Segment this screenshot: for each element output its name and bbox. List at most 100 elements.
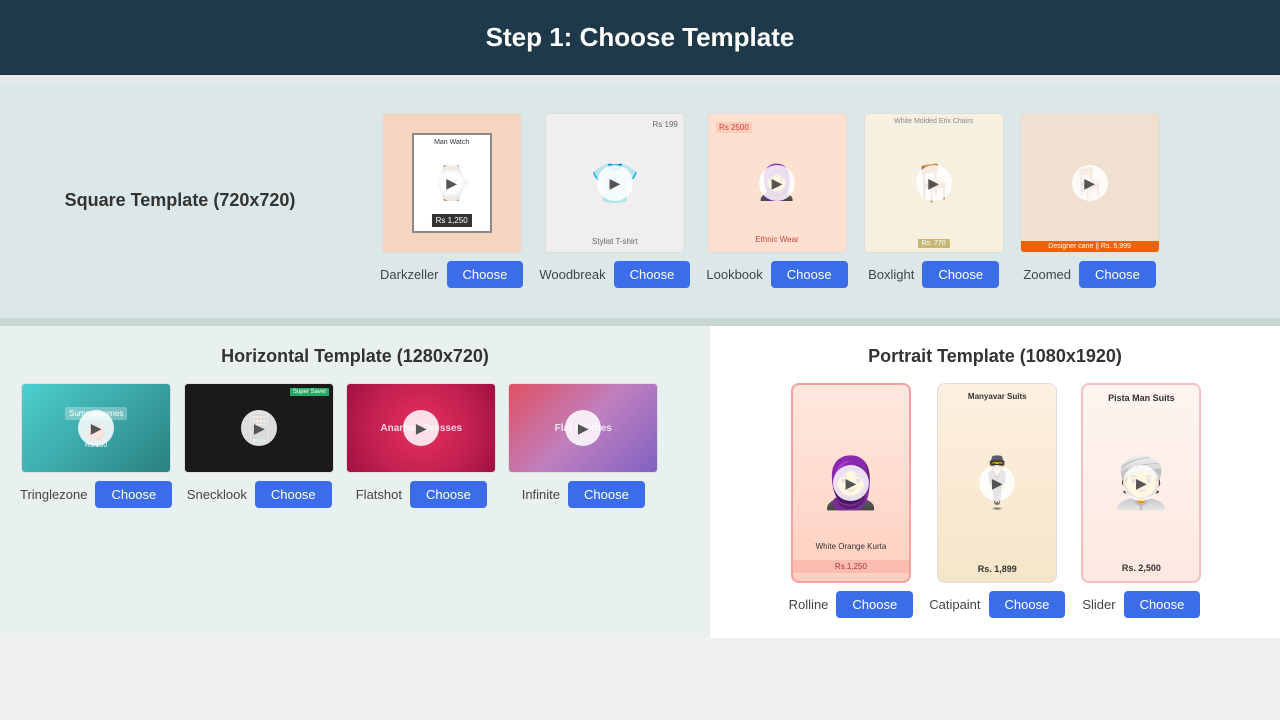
template-item-lookbook: Rs 2500 🧕 Ethnic Wear ▶ Lookbook Choose	[706, 113, 847, 288]
catipaint-name-row: Catipaint Choose	[929, 591, 1065, 618]
scroll-indicator	[0, 75, 1280, 83]
woodbreak-label-row: Woodbreak Choose	[539, 261, 690, 288]
page-title: Step 1: Choose Template	[486, 22, 795, 52]
zoomed-choose-btn[interactable]: Choose	[1079, 261, 1156, 288]
template-thumb-rolline[interactable]: 🧕 White Orange Kurta Rs.1,250 ▶	[791, 383, 911, 583]
lookbook-name: Lookbook	[706, 267, 762, 282]
catipaint-name: Catipaint	[929, 597, 980, 612]
portrait-item-slider: Pista Man Suits 👳 Rs. 2,500 ▶ Slider Cho…	[1081, 383, 1201, 618]
template-thumb-slider[interactable]: Pista Man Suits 👳 Rs. 2,500 ▶	[1081, 383, 1201, 583]
rolline-play-btn[interactable]: ▶	[833, 465, 869, 501]
slider-name: Slider	[1082, 597, 1115, 612]
tringlezone-play-btn[interactable]: ▶	[78, 410, 114, 446]
snecklook-choose-btn[interactable]: Choose	[255, 481, 332, 508]
snecklook-name: Snecklook	[187, 487, 247, 502]
catipaint-price: Rs. 1,899	[978, 564, 1017, 574]
flatshot-label-row: Flatshot Choose	[356, 481, 487, 508]
bottom-container: Horizontal Template (1280x720) Summerhom…	[0, 326, 1280, 638]
flatshot-play-btn[interactable]: ▶	[403, 410, 439, 446]
template-item-tringlezone: Summerhomes 🍎 Rs.150 ▶ Tringlezone Choos…	[20, 383, 172, 508]
darkzeller-name: Darkzeller	[380, 267, 439, 282]
template-item-flatshot: Anarhali Dresses ▶ Flatshot Choose	[346, 383, 496, 508]
lookbook-choose-btn[interactable]: Choose	[771, 261, 848, 288]
template-item-infinite: Flat Clothes ▶ Infinite Choose	[508, 383, 658, 508]
template-thumb-boxlight[interactable]: White Molded Erix Chairs 🪑 Rs. 770 ▶	[864, 113, 1004, 253]
template-thumb-zoomed[interactable]: 🪑 Designer cane || Rs. 5,999 ▶	[1020, 113, 1160, 253]
woodbreak-name: Woodbreak	[539, 267, 605, 282]
horizontal-thumbs-row: Summerhomes 🍎 Rs.150 ▶ Tringlezone Choos…	[20, 383, 690, 508]
rolline-name-row: Rolline Choose	[789, 591, 914, 618]
snecklook-badge: Super Saver	[290, 388, 329, 396]
template-thumb-tringlezone[interactable]: Summerhomes 🍎 Rs.150 ▶	[21, 383, 171, 473]
template-thumb-darkzeller[interactable]: Man Watch ⌚ Rs 1,250 ▶	[382, 113, 522, 253]
page-header: Step 1: Choose Template	[0, 0, 1280, 75]
zoomed-play-btn[interactable]: ▶	[1072, 165, 1108, 201]
horizontal-template-section: Horizontal Template (1280x720) Summerhom…	[0, 326, 710, 638]
template-item-woodbreak: Rs 199 👕 Stylist T-shirt ▶ Woodbreak Cho…	[539, 113, 690, 288]
template-thumb-infinite[interactable]: Flat Clothes ▶	[508, 383, 658, 473]
template-item-snecklook: Super Saver 📱 ▶ Snecklook Choose	[184, 383, 334, 508]
boxlight-label-row: Boxlight Choose	[868, 261, 999, 288]
lookbook-price: Rs 2500	[716, 122, 752, 133]
template-item-boxlight: White Molded Erix Chairs 🪑 Rs. 770 ▶ Box…	[864, 113, 1004, 288]
boxlight-title: White Molded Erix Chairs	[894, 118, 973, 125]
darkzeller-play-btn[interactable]: ▶	[434, 165, 470, 201]
catipaint-choose-btn[interactable]: Choose	[989, 591, 1066, 618]
horizontal-section-label: Horizontal Template (1280x720)	[20, 346, 690, 367]
infinite-name: Infinite	[522, 487, 560, 502]
darkzeller-label-row: Darkzeller Choose	[380, 261, 523, 288]
boxlight-price: Rs. 770	[918, 239, 950, 248]
portrait-item-catipaint: Manyavar Suits 🕴️ Rs. 1,899 ▶ Catipaint …	[929, 383, 1065, 618]
rolline-title: White Orange Kurta	[816, 542, 887, 551]
lookbook-label-row: Lookbook Choose	[706, 261, 847, 288]
infinite-play-btn[interactable]: ▶	[565, 410, 601, 446]
zoomed-label-row: Zoomed Choose	[1023, 261, 1156, 288]
slider-name-row: Slider Choose	[1082, 591, 1200, 618]
darkzeller-price: Rs 1,250	[432, 214, 472, 227]
rolline-choose-btn[interactable]: Choose	[836, 591, 913, 618]
woodbreak-choose-btn[interactable]: Choose	[614, 261, 691, 288]
slider-choose-btn[interactable]: Choose	[1124, 591, 1201, 618]
template-thumb-flatshot[interactable]: Anarhali Dresses ▶	[346, 383, 496, 473]
darkzeller-title: Man Watch	[434, 139, 469, 146]
template-thumb-woodbreak[interactable]: Rs 199 👕 Stylist T-shirt ▶	[545, 113, 685, 253]
lookbook-play-btn[interactable]: ▶	[759, 165, 795, 201]
catipaint-title: Manyavar Suits	[968, 392, 1027, 401]
boxlight-play-btn[interactable]: ▶	[916, 165, 952, 201]
snecklook-label-row: Snecklook Choose	[187, 481, 332, 508]
tringlezone-name: Tringlezone	[20, 487, 87, 502]
slider-price: Rs. 2,500	[1122, 563, 1161, 573]
woodbreak-play-btn[interactable]: ▶	[597, 165, 633, 201]
woodbreak-title: Stylist T-shirt	[592, 237, 638, 246]
infinite-choose-btn[interactable]: Choose	[568, 481, 645, 508]
infinite-label-row: Infinite Choose	[522, 481, 645, 508]
boxlight-choose-btn[interactable]: Choose	[922, 261, 999, 288]
template-item-zoomed: 🪑 Designer cane || Rs. 5,999 ▶ Zoomed Ch…	[1020, 113, 1160, 288]
square-section-label: Square Template (720x720)	[0, 103, 360, 298]
template-thumb-catipaint[interactable]: Manyavar Suits 🕴️ Rs. 1,899 ▶	[937, 383, 1057, 583]
template-thumb-snecklook[interactable]: Super Saver 📱 ▶	[184, 383, 334, 473]
template-item-darkzeller: Man Watch ⌚ Rs 1,250 ▶ Darkzeller Choose	[380, 113, 523, 288]
flatshot-name: Flatshot	[356, 487, 402, 502]
zoomed-name: Zoomed	[1023, 267, 1071, 282]
zoomed-price: Designer cane || Rs. 5,999	[1021, 241, 1159, 252]
slider-play-btn[interactable]: ▶	[1123, 465, 1159, 501]
catipaint-play-btn[interactable]: ▶	[979, 465, 1015, 501]
rolline-name: Rolline	[789, 597, 829, 612]
slider-product-title: Pista Man Suits	[1108, 393, 1175, 403]
portrait-template-section: Portrait Template (1080x1920) 🧕 White Or…	[710, 326, 1280, 638]
snecklook-play-btn[interactable]: ▶	[241, 410, 277, 446]
darkzeller-choose-btn[interactable]: Choose	[447, 261, 524, 288]
boxlight-name: Boxlight	[868, 267, 914, 282]
section-separator	[0, 318, 1280, 326]
flatshot-choose-btn[interactable]: Choose	[410, 481, 487, 508]
rolline-price: Rs.1,250	[793, 560, 909, 573]
portrait-thumbs-row: 🧕 White Orange Kurta Rs.1,250 ▶ Rolline …	[730, 383, 1260, 618]
tringlezone-choose-btn[interactable]: Choose	[95, 481, 172, 508]
woodbreak-price: Rs 199	[653, 120, 678, 129]
square-template-section: Square Template (720x720) Man Watch ⌚ Rs…	[0, 83, 1280, 318]
portrait-section-label: Portrait Template (1080x1920)	[730, 346, 1260, 367]
portrait-item-rolline: 🧕 White Orange Kurta Rs.1,250 ▶ Rolline …	[789, 383, 914, 618]
lookbook-label: Ethnic Wear	[755, 235, 798, 244]
template-thumb-lookbook[interactable]: Rs 2500 🧕 Ethnic Wear ▶	[707, 113, 847, 253]
